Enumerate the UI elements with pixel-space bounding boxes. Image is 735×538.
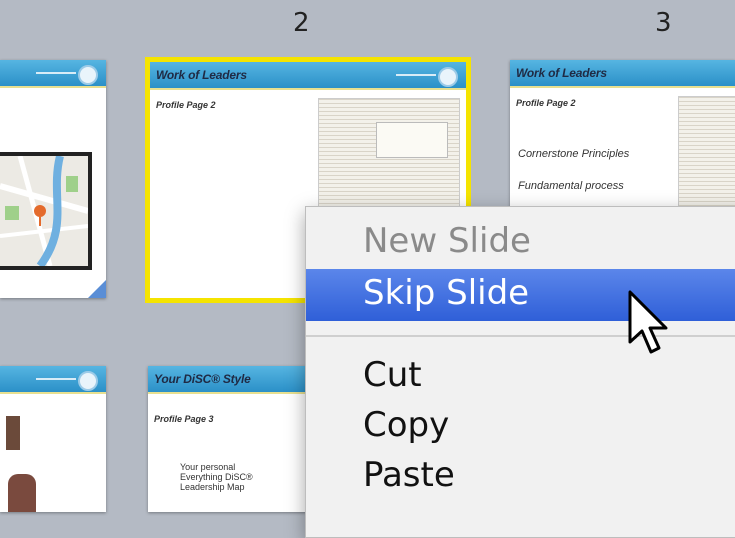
slide-body-line: Your personal	[180, 462, 236, 472]
slide-corner-marker	[88, 280, 106, 298]
menu-item-copy[interactable]: Copy	[363, 405, 449, 445]
slide-number-2: 2	[293, 8, 310, 38]
slide-subtitle: Profile Page 3	[154, 414, 214, 424]
slide-title: Work of Leaders	[156, 68, 247, 82]
slide-header	[0, 60, 106, 88]
person-photo	[6, 416, 20, 450]
slide-bullet: Cornerstone Principles	[518, 148, 630, 160]
slide-subtitle: Profile Page 2	[156, 100, 216, 110]
logo-icon	[78, 371, 98, 391]
slide-title: Your DiSC® Style	[154, 372, 251, 386]
document-thumbnail	[678, 96, 735, 210]
menu-item-new-slide[interactable]: New Slide	[363, 221, 531, 261]
slide-header	[0, 366, 106, 394]
slide-body-line: Everything DiSC®	[180, 472, 253, 482]
mouse-pointer-icon	[626, 290, 676, 365]
slide-header: Work of Leaders	[150, 62, 466, 90]
logo-icon	[438, 67, 458, 87]
menu-item-paste[interactable]: Paste	[363, 455, 455, 495]
context-menu: New Slide Skip Slide Cut Copy Paste	[305, 206, 735, 538]
document-callout-box	[376, 122, 448, 158]
slide-thumbnail-1[interactable]	[0, 60, 106, 298]
menu-item-skip-slide[interactable]: Skip Slide	[363, 273, 529, 313]
person-photo	[8, 474, 36, 512]
slide-body-line: Leadership Map	[180, 482, 245, 492]
slide-thumbnail-4[interactable]	[0, 366, 106, 512]
slide-bullet: Fundamental process	[518, 180, 624, 192]
slide-header: Your DiSC® Style	[148, 366, 308, 394]
menu-item-cut[interactable]: Cut	[363, 355, 422, 395]
map-image	[0, 152, 92, 270]
slide-thumbnail-5[interactable]: Your DiSC® Style Profile Page 3 Your per…	[148, 366, 308, 512]
slide-title: Work of Leaders	[516, 66, 607, 80]
logo-icon	[78, 65, 98, 85]
slide-number-3: 3	[655, 8, 672, 38]
slide-thumbnail-3[interactable]: Work of Leaders Profile Page 2 Cornersto…	[510, 60, 735, 210]
slide-subtitle: Profile Page 2	[516, 98, 576, 108]
slide-header: Work of Leaders	[510, 60, 735, 88]
